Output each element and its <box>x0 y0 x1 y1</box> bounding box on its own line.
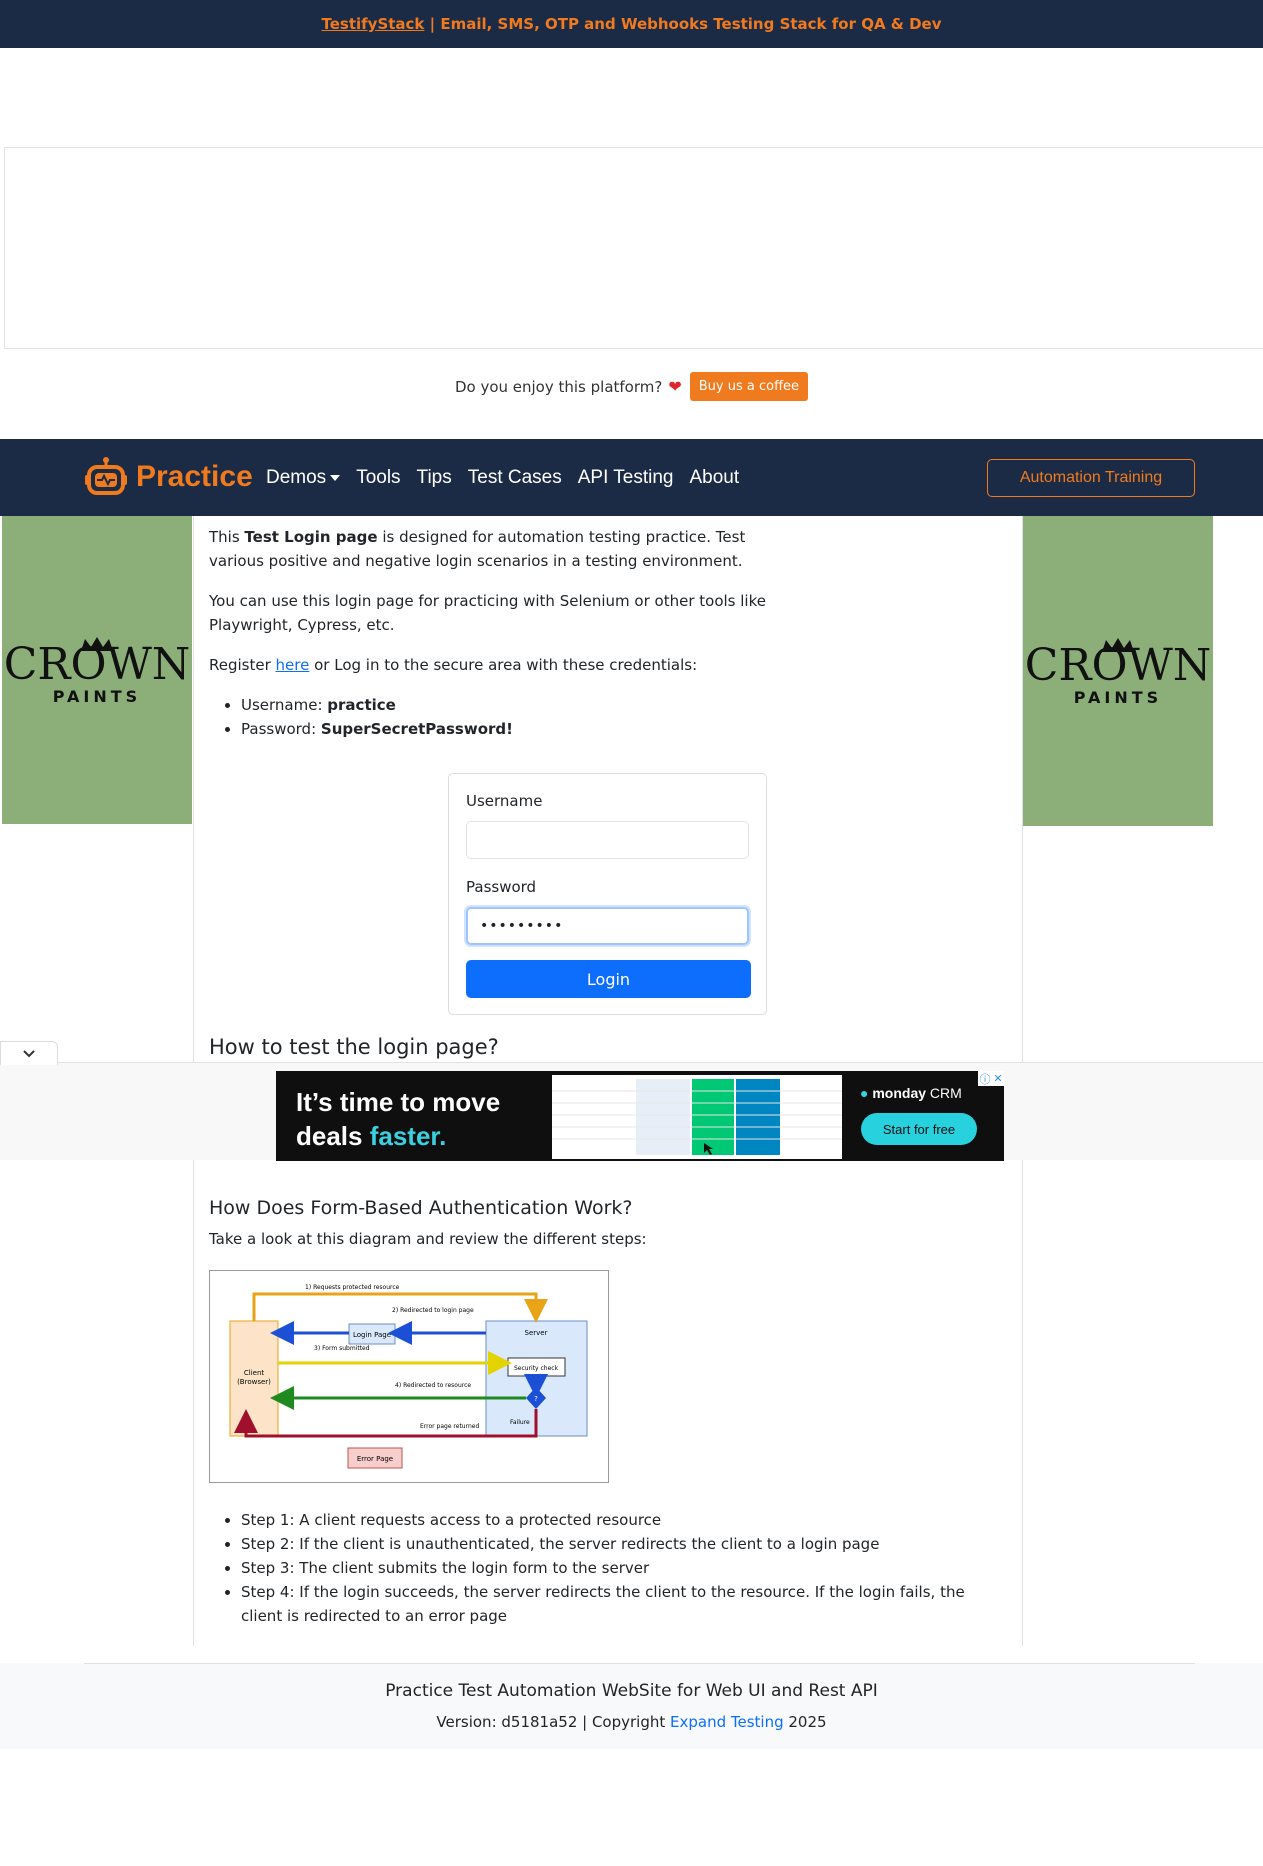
automation-training-button[interactable]: Automation Training <box>987 459 1195 497</box>
ad-brand-sub: PAINTS <box>1073 687 1163 707</box>
diagram-step1: 1) Requests protected resource <box>305 1284 400 1291</box>
main-navbar: Practice Demos Tools Tips Test Cases API… <box>0 439 1263 516</box>
nav-api-testing[interactable]: API Testing <box>578 467 674 489</box>
diagram-server: Server <box>525 1329 548 1337</box>
list-item: Step 1: A client requests access to a pr… <box>241 1508 981 1532</box>
username-input[interactable] <box>466 821 749 859</box>
monday-logo: ● monday CRM <box>860 1085 962 1101</box>
sticky-ad-bar: It’s time to move deals faster. ● monday… <box>0 1041 1263 1161</box>
monday-ad[interactable]: It’s time to move deals faster. ● monday… <box>276 1071 1004 1161</box>
buy-coffee-button[interactable]: Buy us a coffee <box>689 372 809 401</box>
ad-choices-close[interactable]: ⓘ ✕ <box>978 1071 1004 1086</box>
list-item: Password: SuperSecretPassword! <box>241 717 513 741</box>
diagram-security: Security check <box>514 1365 559 1372</box>
promo-tagline: | Email, SMS, OTP and Webhooks Testing S… <box>424 15 942 33</box>
diagram-step4: 4) Redirected to resource <box>395 1382 471 1389</box>
list-item: Step 2: If the client is unauthenticated… <box>241 1532 981 1556</box>
auth-flow-diagram: Client (Browser) Server Login Page Secur… <box>209 1270 609 1483</box>
nav-tools[interactable]: Tools <box>356 467 400 489</box>
form-auth-lead: Take a look at this diagram and review t… <box>209 1230 647 1248</box>
login-card: Username Password ••••••••• Login <box>448 773 767 1015</box>
info-icon[interactable]: ⓘ <box>979 1071 990 1087</box>
ad-frame <box>4 147 1263 349</box>
footer-divider <box>84 1663 1195 1664</box>
diagram-step3: 3) Form submitted <box>314 1345 370 1352</box>
diagram-step2: 2) Redirected to login page <box>392 1307 474 1314</box>
list-item: Username: practice <box>241 693 513 717</box>
password-label: Password <box>466 878 537 896</box>
register-paragraph: Register here or Log in to the secure ar… <box>209 656 698 674</box>
nav-tips[interactable]: Tips <box>417 467 452 489</box>
nav-links: Demos Tools Tips Test Cases API Testing … <box>266 467 739 489</box>
brand-link[interactable]: Practice <box>84 455 253 499</box>
intro-paragraph: This Test Login page is designed for aut… <box>209 528 746 570</box>
credentials-list: Username: practice Password: SuperSecret… <box>241 693 513 741</box>
heart-icon: ❤ <box>668 377 682 396</box>
diagram-error-page: Error Page <box>357 1455 393 1463</box>
login-button[interactable]: Login <box>466 960 751 998</box>
robot-logo-icon <box>85 457 127 495</box>
collapse-ad-button[interactable] <box>0 1041 58 1065</box>
ad-brand-word: CROWN <box>3 638 191 690</box>
caret-down-icon <box>330 474 341 481</box>
start-free-button[interactable]: Start for free <box>861 1113 977 1145</box>
diagram-client: Client <box>244 1369 265 1377</box>
brand-name: Practice <box>136 460 253 493</box>
diagram-login-page: Login Page <box>353 1331 391 1339</box>
chevron-down-icon <box>23 1049 35 1057</box>
ad-brand-word: CROWN <box>1024 639 1212 691</box>
nav-test-cases[interactable]: Test Cases <box>468 467 562 489</box>
username-label: Username <box>466 792 543 810</box>
list-item: Step 4: If the login succeeds, the serve… <box>241 1580 981 1628</box>
footer-title: Practice Test Automation WebSite for Web… <box>385 1681 878 1701</box>
diagram-error-returned: Error page returned <box>420 1423 479 1430</box>
top-promo-banner: TestifyStack | Email, SMS, OTP and Webho… <box>0 0 1263 48</box>
diagram-decision: ? <box>534 1395 538 1403</box>
testifystack-link[interactable]: TestifyStack <box>321 15 424 33</box>
diagram-client-2: (Browser) <box>237 1378 271 1386</box>
nav-demos[interactable]: Demos <box>266 467 341 489</box>
right-side-ad[interactable]: CROWN PAINTS <box>1023 516 1213 826</box>
close-icon[interactable]: ✕ <box>993 1072 1002 1085</box>
list-item: Step 3: The client submits the login for… <box>241 1556 981 1580</box>
diagram-failure: Failure <box>510 1419 530 1426</box>
support-question: Do you enjoy this platform? <box>454 377 663 396</box>
nav-about[interactable]: About <box>690 467 740 489</box>
left-side-ad[interactable]: CROWN PAINTS <box>2 516 192 824</box>
steps-list: Step 1: A client requests access to a pr… <box>241 1508 981 1628</box>
ad-brand-sub: PAINTS <box>52 686 142 706</box>
register-link[interactable]: here <box>276 656 310 674</box>
ad-table-image <box>552 1075 842 1159</box>
expand-testing-link[interactable]: Expand Testing <box>670 1713 784 1731</box>
footer: Practice Test Automation WebSite for Web… <box>0 1663 1263 1749</box>
footer-version: Version: d5181a52 | Copyright Expand Tes… <box>436 1713 827 1731</box>
password-input[interactable]: ••••••••• <box>466 907 749 945</box>
form-auth-heading: How Does Form-Based Authentication Work? <box>209 1197 633 1219</box>
howto-heading: How to test the login page? <box>209 1035 499 1059</box>
support-bar: Do you enjoy this platform? ❤ Buy us a c… <box>0 372 1263 401</box>
ad-headline: It’s time to move deals faster. <box>296 1087 501 1151</box>
tools-paragraph: You can use this login page for practici… <box>209 592 766 634</box>
